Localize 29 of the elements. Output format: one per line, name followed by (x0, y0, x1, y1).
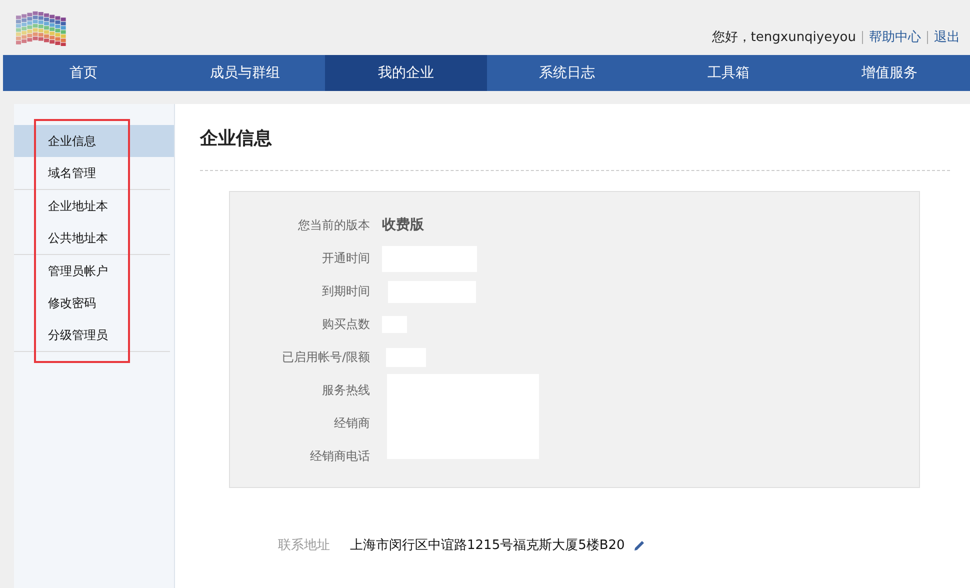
nav-tab[interactable]: 首页 (3, 55, 164, 91)
page-title: 企业信息 (200, 104, 950, 171)
sidebar-item[interactable]: 域名管理 (14, 157, 170, 189)
sidebar-item[interactable]: 企业信息 (14, 125, 174, 157)
field-value: 收费版 (382, 216, 425, 235)
sidebar-item[interactable]: 修改密码 (14, 287, 170, 319)
header-link[interactable]: 帮助中心 (862, 31, 927, 44)
nav-tab[interactable]: 增值服务 (808, 55, 970, 91)
field-label: 购买点数 (321, 316, 370, 333)
field-label: 已启用帐号/限额 (280, 349, 370, 366)
greeting-text: 您好，tengxunqiyeyou (712, 29, 857, 47)
sidebar-item[interactable]: 企业地址本 (14, 190, 170, 222)
nav-tab[interactable]: 系统日志 (486, 55, 648, 91)
edit-icon[interactable] (632, 539, 646, 552)
sidebar-item[interactable]: 管理员帐户 (14, 255, 170, 287)
field-label: 经销商 (333, 415, 370, 432)
field-label: 开通时间 (321, 250, 370, 267)
field-label: 服务热线 (321, 382, 370, 399)
address-text: 上海市闵行区中谊路1215号福克斯大厦5楼B20 (350, 537, 625, 555)
nav-tab[interactable]: 成员与群组 (164, 55, 326, 91)
header-link[interactable]: 退出 (927, 31, 966, 44)
sidebar-item[interactable]: 公共地址本 (14, 222, 170, 254)
nav-tab[interactable]: 工具箱 (648, 55, 809, 91)
field-label: 您当前的版本 (297, 217, 370, 234)
sidebar-item[interactable]: 分级管理员 (14, 319, 170, 351)
field-label: 到期时间 (321, 283, 370, 300)
field-label: 经销商电话 (309, 448, 370, 465)
field-label: 联系地址 (278, 537, 330, 555)
nav-tab[interactable]: 我的企业 (325, 55, 487, 91)
